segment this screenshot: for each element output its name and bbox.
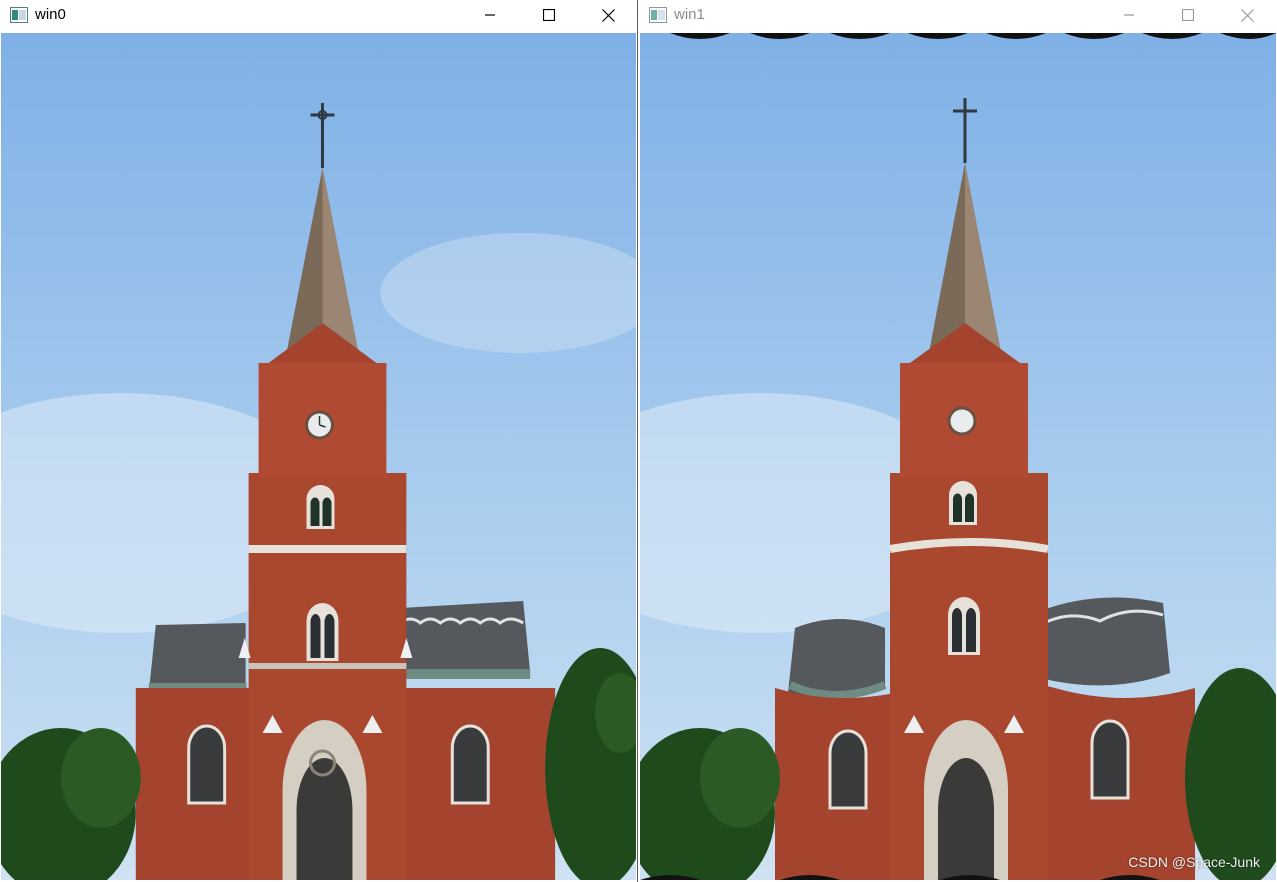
title-bar[interactable]: win1 — [639, 0, 1277, 30]
minimize-icon — [485, 14, 495, 16]
close-button[interactable] — [1224, 0, 1270, 30]
window-win1: win1 CSDN @Space-Junk — [639, 0, 1277, 882]
image-canvas — [1, 33, 636, 880]
window-win0: win0 — [0, 0, 638, 882]
church-image-warped — [640, 33, 1276, 880]
maximize-icon — [543, 9, 555, 21]
maximize-button[interactable] — [526, 0, 572, 30]
maximize-button[interactable] — [1165, 0, 1211, 30]
minimize-button[interactable] — [1106, 0, 1152, 30]
app-icon — [649, 7, 667, 23]
window-title: win1 — [674, 6, 705, 23]
app-icon — [10, 7, 28, 23]
church-image — [1, 33, 636, 880]
close-icon — [601, 8, 615, 22]
maximize-icon — [1182, 9, 1194, 21]
minimize-button[interactable] — [467, 0, 513, 30]
title-bar[interactable]: win0 — [0, 0, 637, 30]
image-canvas: CSDN @Space-Junk — [640, 33, 1276, 880]
minimize-icon — [1124, 14, 1134, 16]
close-button[interactable] — [585, 0, 631, 30]
window-title: win0 — [35, 6, 66, 23]
close-icon — [1240, 8, 1254, 22]
watermark-text: CSDN @Space-Junk — [1128, 854, 1260, 870]
